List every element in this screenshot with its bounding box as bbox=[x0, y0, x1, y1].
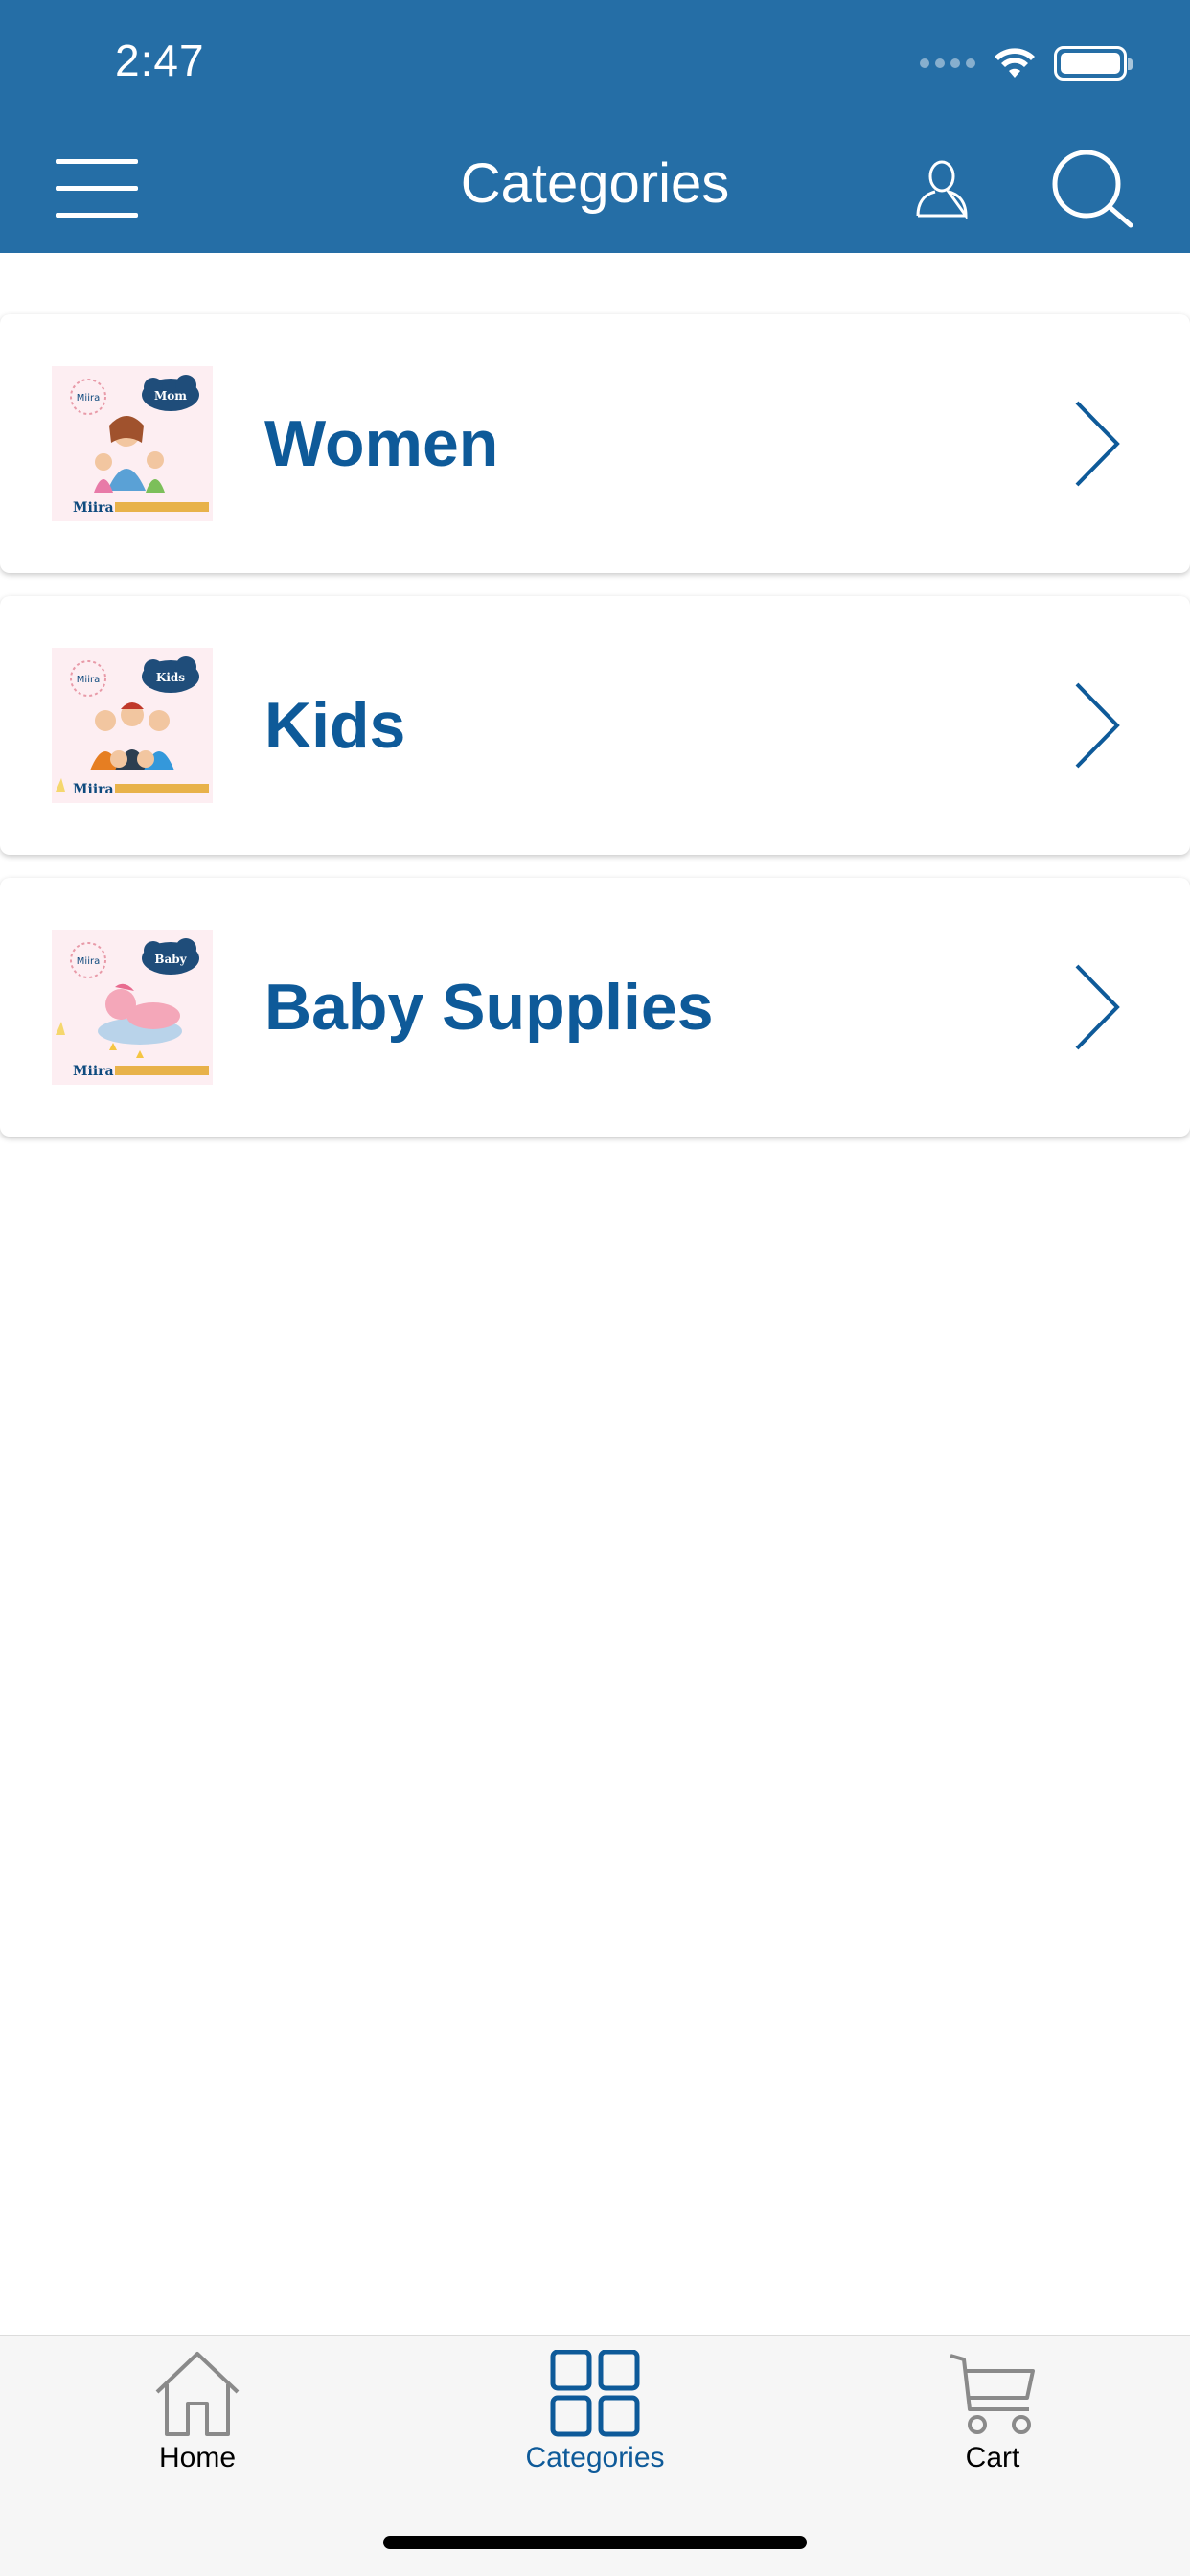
battery-icon bbox=[1054, 46, 1133, 80]
thumb-logo-text: Miira bbox=[77, 393, 100, 403]
thumb-logo-text: Miira bbox=[77, 675, 100, 685]
home-indicator bbox=[383, 2536, 807, 2549]
search-button[interactable] bbox=[1050, 148, 1134, 228]
thumb-brand-text: Miira bbox=[73, 1064, 114, 1079]
cart-icon bbox=[950, 2354, 1035, 2434]
thumb-brand-text: Miira bbox=[73, 500, 114, 516]
category-list: Miira Mom Miira Women Miira Kids Miira K… bbox=[0, 314, 1190, 1160]
chevron-right-icon bbox=[1075, 401, 1120, 487]
category-thumbnail: Miira Mom Miira bbox=[52, 366, 213, 521]
category-thumbnail: Miira Kids Miira bbox=[52, 648, 213, 803]
status-time: 2:47 bbox=[115, 35, 205, 85]
category-label: Kids bbox=[264, 689, 406, 762]
category-item-kids[interactable]: Miira Kids Miira Kids bbox=[0, 596, 1190, 855]
thumb-badge-text: Kids bbox=[156, 671, 185, 684]
thumb-badge-text: Baby bbox=[154, 953, 187, 966]
category-thumbnail: Miira Baby Miira bbox=[52, 930, 213, 1085]
category-label: Women bbox=[264, 407, 499, 480]
thumb-badge-text: Mom bbox=[154, 389, 187, 402]
thumb-brand-text: Miira bbox=[73, 782, 114, 797]
cellular-signal-icon bbox=[920, 58, 975, 68]
chevron-right-icon bbox=[1075, 964, 1120, 1050]
tab-label: Home bbox=[158, 2442, 237, 2473]
category-item-baby-supplies[interactable]: Miira Baby Miira Baby Supplies bbox=[0, 878, 1190, 1137]
user-icon bbox=[916, 160, 968, 218]
search-icon bbox=[1052, 150, 1133, 228]
tab-label: Categories bbox=[525, 2442, 665, 2473]
app-header: 2:47 Categories bbox=[0, 0, 1190, 253]
home-icon bbox=[155, 2352, 240, 2436]
thumb-logo-text: Miira bbox=[77, 956, 100, 967]
status-icons bbox=[920, 46, 1133, 80]
tab-categories[interactable]: Categories bbox=[470, 2350, 720, 2494]
category-item-women[interactable]: Miira Mom Miira Women bbox=[0, 314, 1190, 573]
chevron-right-icon bbox=[1075, 682, 1120, 769]
account-button[interactable] bbox=[912, 157, 972, 218]
wifi-icon bbox=[995, 48, 1035, 78]
tab-home[interactable]: Home bbox=[73, 2350, 322, 2494]
tab-cart[interactable]: Cart bbox=[868, 2350, 1117, 2494]
tab-label: Cart bbox=[965, 2442, 1020, 2473]
category-label: Baby Supplies bbox=[264, 971, 714, 1044]
page-title: Categories bbox=[460, 152, 730, 215]
grid-icon bbox=[550, 2350, 640, 2437]
